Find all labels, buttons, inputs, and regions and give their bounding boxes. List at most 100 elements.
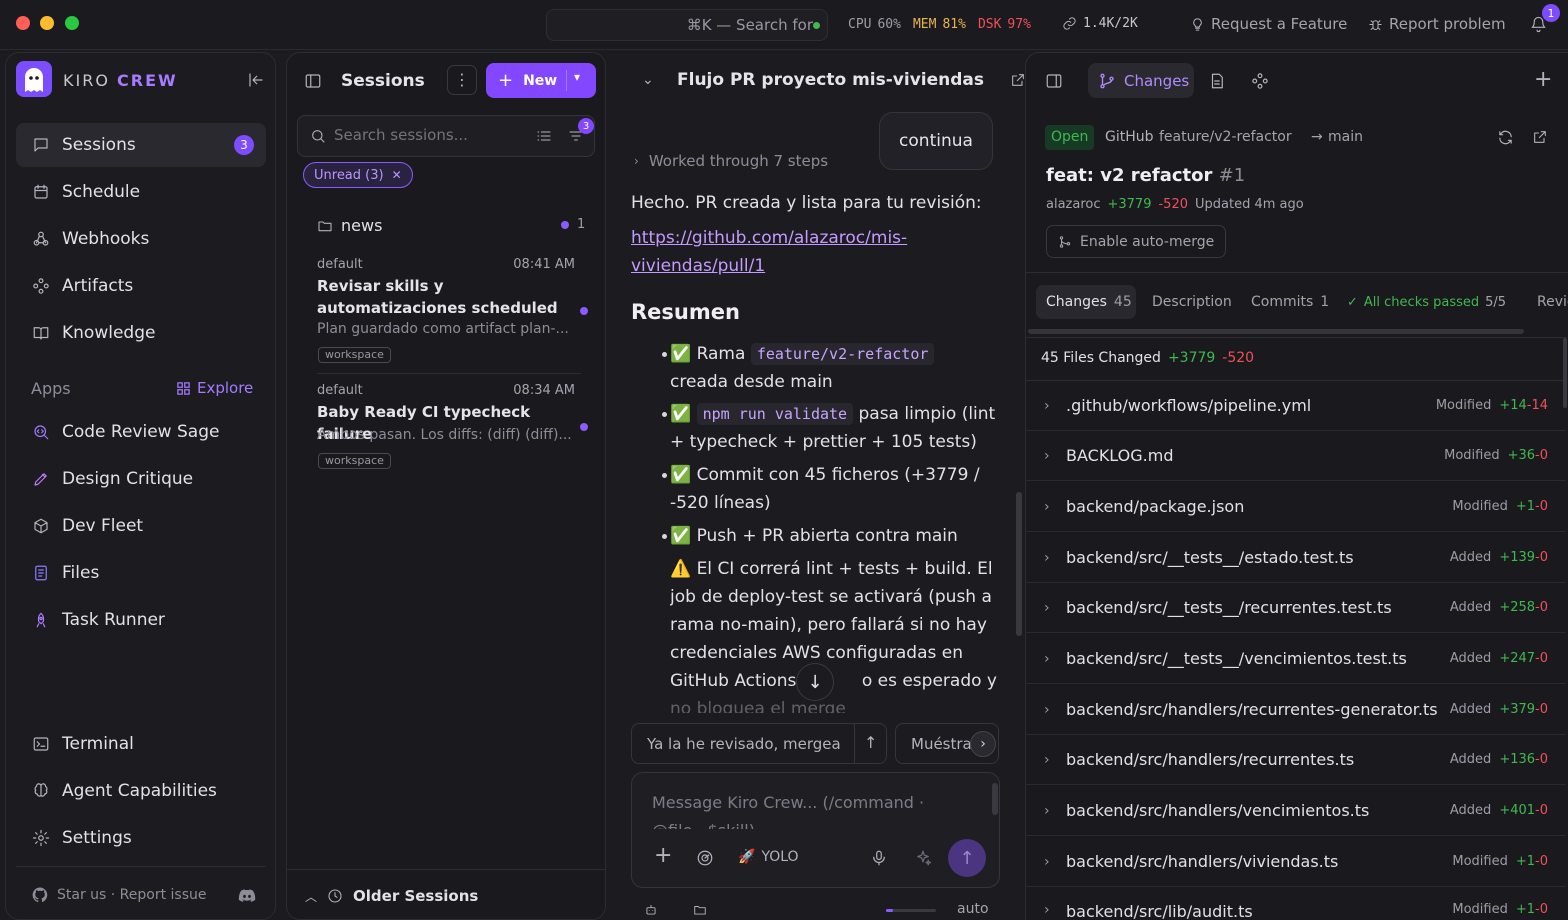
folder-news[interactable]: news <box>317 216 382 235</box>
file-row[interactable]: › BACKLOG.md Modified +36 -0 <box>1026 431 1566 481</box>
minimize-window-button[interactable] <box>40 16 54 30</box>
tab-files-changed[interactable]: Changes 45 <box>1036 285 1136 319</box>
panel-toggle-icon[interactable] <box>304 72 322 90</box>
tab-label: Commits <box>1251 294 1314 310</box>
plus-icon: + <box>498 70 514 91</box>
sidebar-item-agent-capabilities[interactable]: Agent Capabilities <box>16 769 266 813</box>
file-row[interactable]: › backend/package.json Modified +1 -0 <box>1026 482 1566 532</box>
enable-auto-merge-button[interactable]: Enable auto-merge <box>1046 225 1227 258</box>
sidebar-app-task-runner[interactable]: Task Runner <box>16 598 266 642</box>
message-input-placeholder[interactable]: Message Kiro Crew... (/command · @file ·… <box>652 789 942 829</box>
document-icon[interactable] <box>1208 72 1226 90</box>
file-row[interactable]: › backend/src/__tests__/recurrentes.test.… <box>1026 583 1566 633</box>
sidebar-item-terminal[interactable]: Terminal <box>16 722 266 766</box>
maximize-window-button[interactable] <box>65 16 79 30</box>
artifacts-icon[interactable] <box>1251 72 1269 90</box>
search-input[interactable] <box>334 126 524 144</box>
session-item[interactable]: default 08:41 AM Revisar skills y automa… <box>303 255 588 367</box>
scroll-to-bottom-button[interactable]: ↓ <box>796 663 834 701</box>
explore-apps-button[interactable]: Explore <box>176 379 253 397</box>
terminal-icon <box>33 737 49 751</box>
session-item[interactable]: default 08:34 AM Baby Ready CI typecheck… <box>303 383 588 473</box>
message-composer[interactable]: Message Kiro Crew... (/command · @file ·… <box>631 772 1000 888</box>
tab-commits[interactable]: Commits 1 <box>1251 285 1329 319</box>
sidebar-item-schedule[interactable]: Schedule <box>16 170 266 214</box>
sparkles-icon[interactable] <box>914 849 932 867</box>
refresh-icon[interactable] <box>1497 129 1514 146</box>
file-status: Added <box>1449 702 1492 717</box>
add-tab-icon[interactable]: + <box>1534 67 1552 92</box>
file-row[interactable]: › backend/src/handlers/vencimientos.ts Add… <box>1026 786 1566 836</box>
file-row[interactable]: › backend/src/handlers/recurrentes.ts Adde… <box>1026 735 1566 785</box>
sidebar-item-webhooks[interactable]: Webhooks <box>16 217 266 261</box>
sidebar-app-dev-fleet[interactable]: Dev Fleet <box>16 504 266 548</box>
tab-label: Changes <box>1124 71 1190 90</box>
tabs-scrollbar[interactable] <box>1028 329 1524 334</box>
sidebar-item-sessions[interactable]: Sessions 3 <box>16 123 266 167</box>
sidebar-item-artifacts[interactable]: Artifacts <box>16 264 266 308</box>
sidebar-app-code-review-sage[interactable]: Code Review Sage <box>16 410 266 454</box>
plus-icon[interactable]: + <box>654 843 672 868</box>
discord-icon[interactable] <box>237 886 257 906</box>
chevron-down-icon[interactable]: ⌄ <box>642 72 654 88</box>
tab-description[interactable]: Description <box>1152 285 1232 319</box>
arrow-down-icon: ↓ <box>807 671 823 693</box>
file-row[interactable]: › backend/src/lib/audit.ts Modified +1 -0 <box>1026 887 1566 920</box>
footer-links[interactable]: Star us · Report issue <box>31 886 207 904</box>
sidebar-app-files[interactable]: Files <box>16 551 266 595</box>
more-options-button[interactable]: ⋮ <box>447 65 477 95</box>
chat-scrollbar[interactable] <box>1016 492 1022 636</box>
close-window-button[interactable] <box>16 16 30 30</box>
send-button[interactable]: ↑ <box>948 839 986 877</box>
report-problem-button[interactable]: Report problem <box>1368 15 1506 33</box>
file-name: BACKLOG.md <box>1066 446 1174 465</box>
external-link-icon[interactable] <box>1532 129 1548 145</box>
list-icon[interactable] <box>536 128 552 144</box>
robot-icon[interactable] <box>644 903 658 917</box>
sidebar-item-knowledge[interactable]: Knowledge <box>16 311 266 355</box>
divider <box>317 373 581 374</box>
steps-toggle[interactable]: › Worked through 7 steps <box>634 152 828 170</box>
folder-icon[interactable] <box>693 903 707 917</box>
pr-link-line1[interactable]: https://github.com/alazaroc/mis- <box>631 228 907 248</box>
microphone-icon[interactable] <box>870 849 888 867</box>
pen-tool-icon <box>34 473 47 486</box>
tab-count: 45 <box>1113 294 1132 310</box>
pr-link-line2[interactable]: viviendas/pull/1 <box>631 256 765 276</box>
sidebar-app-design-critique[interactable]: Design Critique <box>16 457 266 501</box>
file-row[interactable]: › backend/src/handlers/viviendas.ts Modifi… <box>1026 837 1566 887</box>
sidebar-item-settings[interactable]: Settings <box>16 816 266 860</box>
close-icon[interactable]: ✕ <box>392 168 402 182</box>
unread-filter-chip[interactable]: Unread (3) ✕ <box>303 162 413 188</box>
sidebar-app-label: Task Runner <box>62 610 165 630</box>
search-sessions[interactable]: 3 <box>297 115 595 157</box>
yolo-toggle[interactable]: 🚀 YOLO <box>738 849 799 865</box>
tab-changes[interactable]: Changes <box>1088 63 1194 98</box>
file-row[interactable]: › backend/src/handlers/recurrentes-genera… <box>1026 685 1566 735</box>
model-mode[interactable]: auto <box>957 901 989 917</box>
file-row[interactable]: › backend/src/__tests__/vencimientos.test… <box>1026 634 1566 684</box>
total-deletions: -520 <box>1222 350 1255 366</box>
panel-toggle-icon[interactable] <box>1045 72 1063 90</box>
chevron-right-icon[interactable]: › <box>970 731 996 757</box>
session-group: default <box>317 257 363 272</box>
new-session-button[interactable]: + New ▾ <box>486 63 596 98</box>
context-dial-icon[interactable] <box>696 849 714 867</box>
external-link-icon[interactable] <box>1010 72 1024 88</box>
cpu-value: 60% <box>877 17 901 32</box>
command-search[interactable]: ⌘K — Search for <box>546 9 828 41</box>
collapse-sidebar-icon[interactable] <box>247 71 265 89</box>
file-row[interactable]: › .github/workflows/pipeline.yml Modified +… <box>1026 381 1566 431</box>
sidebar-app-label: Code Review Sage <box>62 422 220 442</box>
summary-text: pasa limpio (lint <box>858 404 996 424</box>
tab-checks[interactable]: ✓ All checks passed 5/5 <box>1347 285 1506 319</box>
request-feature-button[interactable]: Request a Feature <box>1190 15 1347 33</box>
older-sessions-toggle[interactable]: ︿ Older Sessions <box>305 887 478 905</box>
pr-title: feat: v2 refactor #1 <box>1046 165 1245 186</box>
tab-review[interactable]: Revie <box>1537 285 1568 319</box>
suggestion-chip[interactable]: Ya la he revisado, mergea ↑ <box>631 723 887 764</box>
chevron-down-icon[interactable]: ▾ <box>574 70 580 84</box>
file-additions: +258 <box>1499 600 1536 615</box>
file-row[interactable]: › backend/src/__tests__/estado.test.ts Add… <box>1026 533 1566 583</box>
arrow-up-icon[interactable]: ↑ <box>864 733 877 752</box>
